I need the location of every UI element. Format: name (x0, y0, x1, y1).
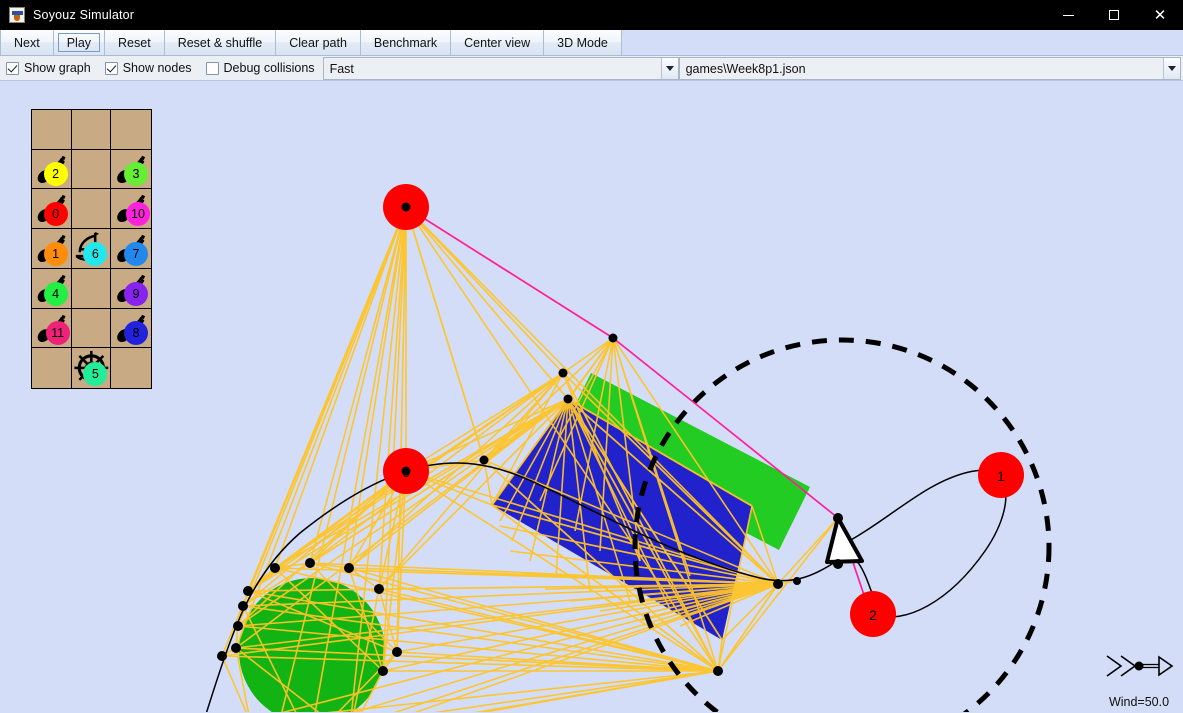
grid-cell-r2-c0[interactable]: 0 (32, 189, 72, 230)
grid-cell-r3-c1[interactable]: 6 (71, 229, 112, 269)
chevron-down-icon (1168, 66, 1176, 71)
grid-cell-r0-c1[interactable] (71, 110, 112, 150)
toolbar: Next Play Reset Reset & shuffle Clear pa… (0, 30, 1183, 56)
toolbar-spacer (621, 30, 1183, 55)
window-controls: ✕ (1045, 0, 1183, 30)
grid-cell-r3-c0[interactable]: 1 (32, 229, 72, 269)
grid-cell-r1-c1[interactable] (71, 149, 112, 190)
piece-token[interactable]: 7 (124, 241, 148, 266)
3d-mode-button[interactable]: 3D Mode (544, 30, 622, 55)
wind-indicator: Wind=50.0 (1103, 653, 1175, 709)
speed-select[interactable]: Fast (322, 57, 679, 80)
piece-token[interactable]: 2 (43, 162, 68, 187)
benchmark-button[interactable]: Benchmark (360, 30, 452, 55)
close-button[interactable]: ✕ (1137, 0, 1183, 30)
grid-cell-r2-c2[interactable]: 10 (111, 189, 151, 230)
play-button[interactable]: Play (53, 30, 106, 55)
show-nodes-label: Show nodes (122, 61, 192, 75)
show-graph-checkbox[interactable]: Show graph (0, 56, 99, 80)
reset-and-shuffle-button[interactable]: Reset & shuffle (164, 30, 277, 55)
show-nodes-checkbox[interactable]: Show nodes (98, 56, 200, 80)
center-view-button-label: Center view (464, 35, 531, 50)
piece-token[interactable]: 9 (124, 281, 148, 306)
grid-cell-r1-c2[interactable]: 3 (111, 150, 151, 190)
java-coffee-cup-icon (9, 7, 25, 23)
piece-token[interactable]: 6 (83, 241, 108, 266)
reset-button[interactable]: Reset (105, 30, 165, 55)
grid-cell-r6-c1[interactable]: 5 (72, 348, 112, 388)
minimize-icon (1062, 14, 1074, 16)
3d-mode-button-label: 3D Mode (557, 35, 608, 50)
checkbox-indicator (205, 61, 219, 75)
file-select[interactable]: games\Week8p1.json (678, 57, 1181, 80)
goal-label: 2 (869, 607, 877, 623)
piece-token[interactable]: 0 (43, 202, 68, 227)
center-view-button[interactable]: Center view (451, 30, 545, 55)
checkbox-indicator (104, 61, 118, 75)
grid-cell-r5-c1[interactable] (71, 308, 112, 349)
window-title: Soyouz Simulator (33, 8, 135, 22)
grid-cell-r1-c0[interactable]: 2 (32, 149, 72, 190)
debug-collisions-label: Debug collisions (223, 61, 315, 75)
next-button[interactable]: Next (0, 30, 54, 55)
graph-node (401, 466, 411, 476)
grid-cell-r5-c0[interactable]: 11 (32, 308, 72, 349)
piece-token[interactable]: 1 (43, 241, 68, 266)
piece-token[interactable]: 11 (45, 321, 70, 346)
title-bar: Soyouz Simulator ✕ (0, 0, 1183, 30)
close-icon: ✕ (1153, 5, 1167, 24)
piece-token[interactable]: 4 (43, 281, 68, 306)
piece-token[interactable]: 10 (126, 202, 150, 227)
application-window: Soyouz Simulator ✕ Next Play Reset Reset… (0, 0, 1183, 713)
maximize-button[interactable] (1091, 0, 1137, 30)
maximize-icon (1109, 10, 1119, 20)
debug-collisions-checkbox[interactable]: Debug collisions (199, 56, 323, 80)
options-bar: Show graph Show nodes Debug collisions F… (0, 56, 1183, 81)
grid-cell-r2-c1[interactable] (71, 189, 112, 230)
scene-graphics: 0 1 2 (205, 184, 1052, 712)
inventory-grid[interactable]: 2 3 0 10 1 6 7 4 9 11 8 5 (31, 109, 152, 389)
file-select-arrow[interactable] (1163, 58, 1180, 79)
speed-select-value: Fast (329, 61, 354, 76)
grid-cell-r3-c2[interactable]: 7 (111, 229, 151, 269)
clear-path-button[interactable]: Clear path (276, 30, 361, 55)
chevron-down-icon (665, 66, 674, 71)
simulation-canvas[interactable]: 0 1 2 2 3 (0, 81, 1183, 713)
checkbox-indicator (6, 61, 19, 75)
next-button-label: Next (14, 35, 40, 50)
grid-cell-r4-c0[interactable]: 4 (32, 268, 72, 309)
grid-cell-r4-c1[interactable] (71, 268, 112, 309)
wind-label: Wind=50.0 (1108, 695, 1170, 709)
file-select-value: games\Week8p1.json (685, 61, 806, 76)
benchmark-button-label: Benchmark (373, 35, 438, 50)
minimize-button[interactable] (1045, 0, 1091, 30)
clear-path-button-label: Clear path (289, 35, 347, 50)
reset-button-label: Reset (118, 35, 151, 50)
speed-select-arrow[interactable] (660, 58, 678, 79)
grid-cell-r0-c2[interactable] (111, 110, 151, 150)
grid-cell-r5-c2[interactable]: 8 (111, 309, 151, 349)
grid-cell-r0-c0[interactable] (32, 110, 72, 150)
show-graph-label: Show graph (24, 61, 91, 75)
grid-cell-r6-c2[interactable] (111, 348, 151, 388)
reset-and-shuffle-button-label: Reset & shuffle (177, 35, 263, 50)
wind-arrow-icon (1106, 655, 1174, 677)
grid-cell-r4-c2[interactable]: 9 (111, 269, 151, 309)
goal-label: 1 (997, 468, 1005, 484)
grid-cell-r6-c0[interactable] (32, 348, 72, 388)
